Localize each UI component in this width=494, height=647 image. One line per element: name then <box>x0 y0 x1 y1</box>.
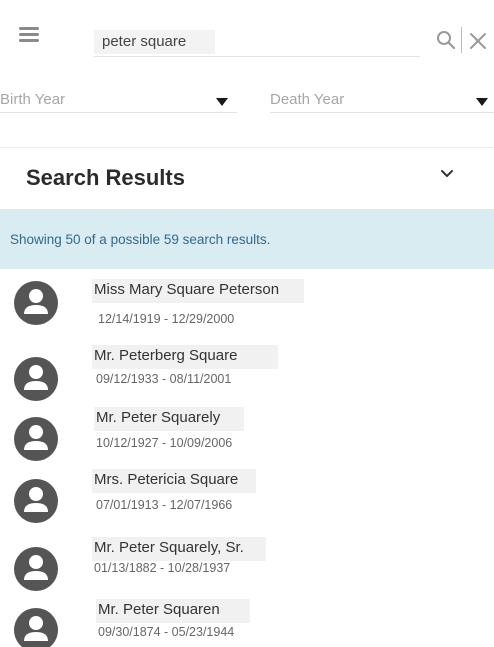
person-avatar-icon <box>14 281 58 330</box>
result-dates: 07/01/1913 - 12/07/1966 <box>96 498 233 512</box>
result-dates: 09/30/1874 - 05/23/1944 <box>98 625 235 639</box>
clear-icon[interactable] <box>469 32 487 55</box>
result-name: Mr. Peterberg Square <box>94 347 238 364</box>
divider <box>0 147 494 148</box>
result-dates: 01/13/1882 - 10/28/1937 <box>94 561 231 575</box>
search-icon[interactable] <box>436 30 456 55</box>
search-input[interactable] <box>94 28 420 57</box>
result-name: Mr. Peter Squaren <box>98 601 220 618</box>
result-name: Miss Mary Square Peterson <box>94 281 280 298</box>
person-avatar-icon <box>14 357 58 406</box>
caret-down-icon <box>476 93 488 111</box>
result-dates: 10/12/1927 - 10/09/2006 <box>96 436 233 450</box>
caret-down-icon <box>216 93 228 111</box>
result-dates: 09/12/1933 - 08/11/2001 <box>96 372 232 386</box>
results-title: Search Results <box>26 165 185 190</box>
person-avatar-icon <box>14 608 58 647</box>
result-name: Mr. Peter Squarely, Sr. <box>94 539 244 556</box>
result-item[interactable]: Miss Mary Square Peterson 12/14/1919 - 1… <box>0 270 494 330</box>
person-avatar-icon <box>14 479 58 528</box>
result-item[interactable]: Mr. Peter Squarely 10/12/1927 - 10/09/20… <box>0 406 494 466</box>
death-year-select[interactable]: Death Year <box>270 84 494 113</box>
result-name: Mr. Peter Squarely <box>96 409 221 426</box>
result-item[interactable]: Mr. Peterberg Square 09/12/1933 - 08/11/… <box>0 345 494 406</box>
results-count-text: Showing 50 of a possible 59 search resul… <box>10 232 271 247</box>
person-avatar-icon <box>14 547 58 596</box>
search-page: peter square Birth Year Death Year Searc… <box>0 0 494 647</box>
birth-year-select[interactable]: Birth Year <box>0 84 237 113</box>
menu-icon[interactable] <box>17 27 43 43</box>
result-item[interactable]: Mr. Peter Squaren 09/30/1874 - 05/23/194… <box>0 597 494 647</box>
chevron-down-icon[interactable] <box>440 166 454 184</box>
result-dates: 12/14/1919 - 12/29/2000 <box>98 312 235 326</box>
search-divider <box>461 27 462 53</box>
result-item[interactable]: Mrs. Petericia Square 07/01/1913 - 12/07… <box>0 468 494 528</box>
birth-year-label: Birth Year <box>0 91 66 108</box>
person-avatar-icon <box>14 417 58 466</box>
result-name: Mrs. Petericia Square <box>94 471 239 488</box>
death-year-label: Death Year <box>270 91 345 108</box>
results-info-banner: Showing 50 of a possible 59 search resul… <box>0 209 494 269</box>
result-item[interactable]: Mr. Peter Squarely, Sr. 01/13/1882 - 10/… <box>0 536 494 596</box>
